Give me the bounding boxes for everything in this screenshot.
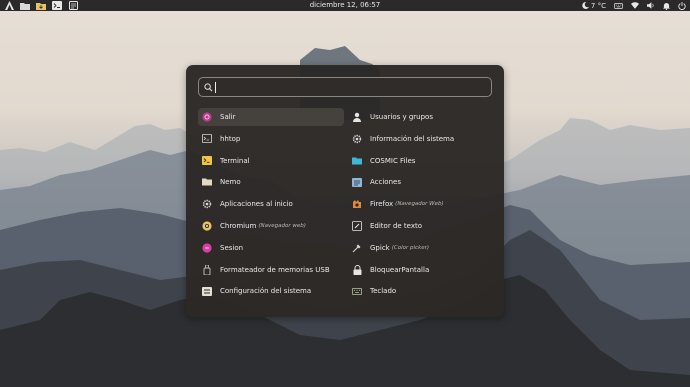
result-teclado[interactable]: Teclado xyxy=(348,282,494,300)
chromium-icon xyxy=(201,220,213,232)
result-aplicaciones-al-inicio[interactable]: Aplicaciones al inicio xyxy=(198,195,344,213)
result-label: Acciones xyxy=(370,178,401,187)
result-label: Firefox xyxy=(370,200,394,209)
result-hhtop[interactable]: hhtop xyxy=(198,130,344,148)
app-launcher-button[interactable] xyxy=(3,1,15,11)
result-informacion-del-sistema[interactable]: Información del sistema xyxy=(348,130,494,148)
keyboard-icon xyxy=(614,2,623,9)
text-editor-icon xyxy=(351,220,363,232)
terminal-icon xyxy=(201,133,213,145)
result-label: Editor de texto xyxy=(370,221,423,230)
result-nemo[interactable]: Nemo xyxy=(198,173,344,191)
result-label: Configuración del sistema xyxy=(220,287,312,296)
files-button[interactable] xyxy=(19,1,31,11)
result-configuracion-del-sistema[interactable]: Configuración del sistema xyxy=(198,282,344,300)
result-label: Información del sistema xyxy=(370,134,455,143)
result-label: hhtop xyxy=(220,134,241,143)
result-label: COSMIC Files xyxy=(370,156,416,165)
result-salir[interactable]: Salir xyxy=(198,108,344,126)
terminal-button[interactable] xyxy=(51,1,63,11)
gear-icon xyxy=(351,133,363,145)
result-label: Chromium xyxy=(220,221,257,230)
top-panel: diciembre 12, 06:57 7 °C xyxy=(0,0,690,11)
result-label: Formateador de memorias USB xyxy=(220,265,330,274)
power-icon xyxy=(678,1,686,10)
result-label: BloquearPantalla xyxy=(370,265,430,274)
volume-indicator[interactable] xyxy=(647,2,655,9)
result-description: (Navegador Web) xyxy=(395,201,444,208)
usb-icon xyxy=(201,264,213,276)
folder-icon xyxy=(20,2,30,10)
moon-icon xyxy=(582,2,589,9)
result-label: Salir xyxy=(220,113,236,121)
terminal-icon xyxy=(201,155,213,167)
speaker-icon xyxy=(647,2,654,9)
result-usuarios-y-grupos[interactable]: Usuarios y grupos xyxy=(348,108,494,126)
result-label: Teclado xyxy=(370,287,397,296)
result-label: Terminal xyxy=(220,156,250,165)
wifi-icon xyxy=(631,2,639,9)
result-description: (Navegador web) xyxy=(258,222,306,229)
bell-icon xyxy=(663,2,670,10)
settings-icon xyxy=(201,285,213,297)
result-label: Gpick xyxy=(370,243,390,252)
result-gpick[interactable]: Gpick (Color picker) xyxy=(348,239,494,257)
result-cosmic-files[interactable]: COSMIC Files xyxy=(348,152,494,170)
result-firefox[interactable]: Firefox (Navegador Web) xyxy=(348,195,494,213)
user-icon xyxy=(351,111,363,123)
terminal-icon xyxy=(52,1,62,10)
result-label: Sesion xyxy=(220,243,244,252)
firefox-icon xyxy=(351,198,363,210)
result-label: Aplicaciones al inicio xyxy=(220,200,293,209)
result-label: Nemo xyxy=(220,178,241,187)
search-results: Salir Usuarios y grupos hhtop Informació… xyxy=(198,108,494,304)
result-sesion[interactable]: Sesion xyxy=(198,239,344,257)
exit-icon xyxy=(201,111,213,123)
weather-indicator[interactable]: 7 °C xyxy=(582,2,606,10)
download-folder-icon xyxy=(36,2,46,10)
folder-icon xyxy=(201,176,213,188)
result-bloquear-pantalla[interactable]: BloquearPantalla xyxy=(348,261,494,279)
text-editor-icon xyxy=(68,1,78,10)
keyboard-icon xyxy=(351,285,363,297)
panel-clock[interactable]: diciembre 12, 06:57 xyxy=(310,1,381,9)
actions-icon xyxy=(351,176,363,188)
launcher-logo-icon xyxy=(4,1,14,10)
notifications-indicator[interactable] xyxy=(663,2,670,10)
result-editor-de-texto[interactable]: Editor de texto xyxy=(348,217,494,235)
folder-icon xyxy=(351,155,363,167)
result-formateador-usb[interactable]: Formateador de memorias USB xyxy=(198,261,344,279)
downloads-button[interactable] xyxy=(35,1,47,11)
search-box[interactable] xyxy=(198,77,492,97)
search-input[interactable] xyxy=(216,80,469,94)
network-indicator[interactable] xyxy=(631,2,639,9)
result-chromium[interactable]: Chromium (Navegador web) xyxy=(198,217,344,235)
power-menu-button[interactable] xyxy=(678,1,686,10)
result-terminal[interactable]: Terminal xyxy=(198,152,344,170)
result-label: Usuarios y grupos xyxy=(370,113,433,121)
text-editor-button[interactable] xyxy=(67,1,79,11)
session-icon xyxy=(201,242,213,254)
result-acciones[interactable]: Acciones xyxy=(348,173,494,191)
result-description: (Color picker) xyxy=(391,244,429,251)
keyboard-layout-indicator[interactable] xyxy=(614,2,623,9)
app-launcher-popup: Salir Usuarios y grupos hhtop Informació… xyxy=(186,65,504,317)
color-picker-icon xyxy=(351,242,363,254)
temperature-label: 7 °C xyxy=(590,1,606,10)
lock-icon xyxy=(351,264,363,276)
gear-icon xyxy=(201,198,213,210)
search-icon xyxy=(204,82,213,92)
